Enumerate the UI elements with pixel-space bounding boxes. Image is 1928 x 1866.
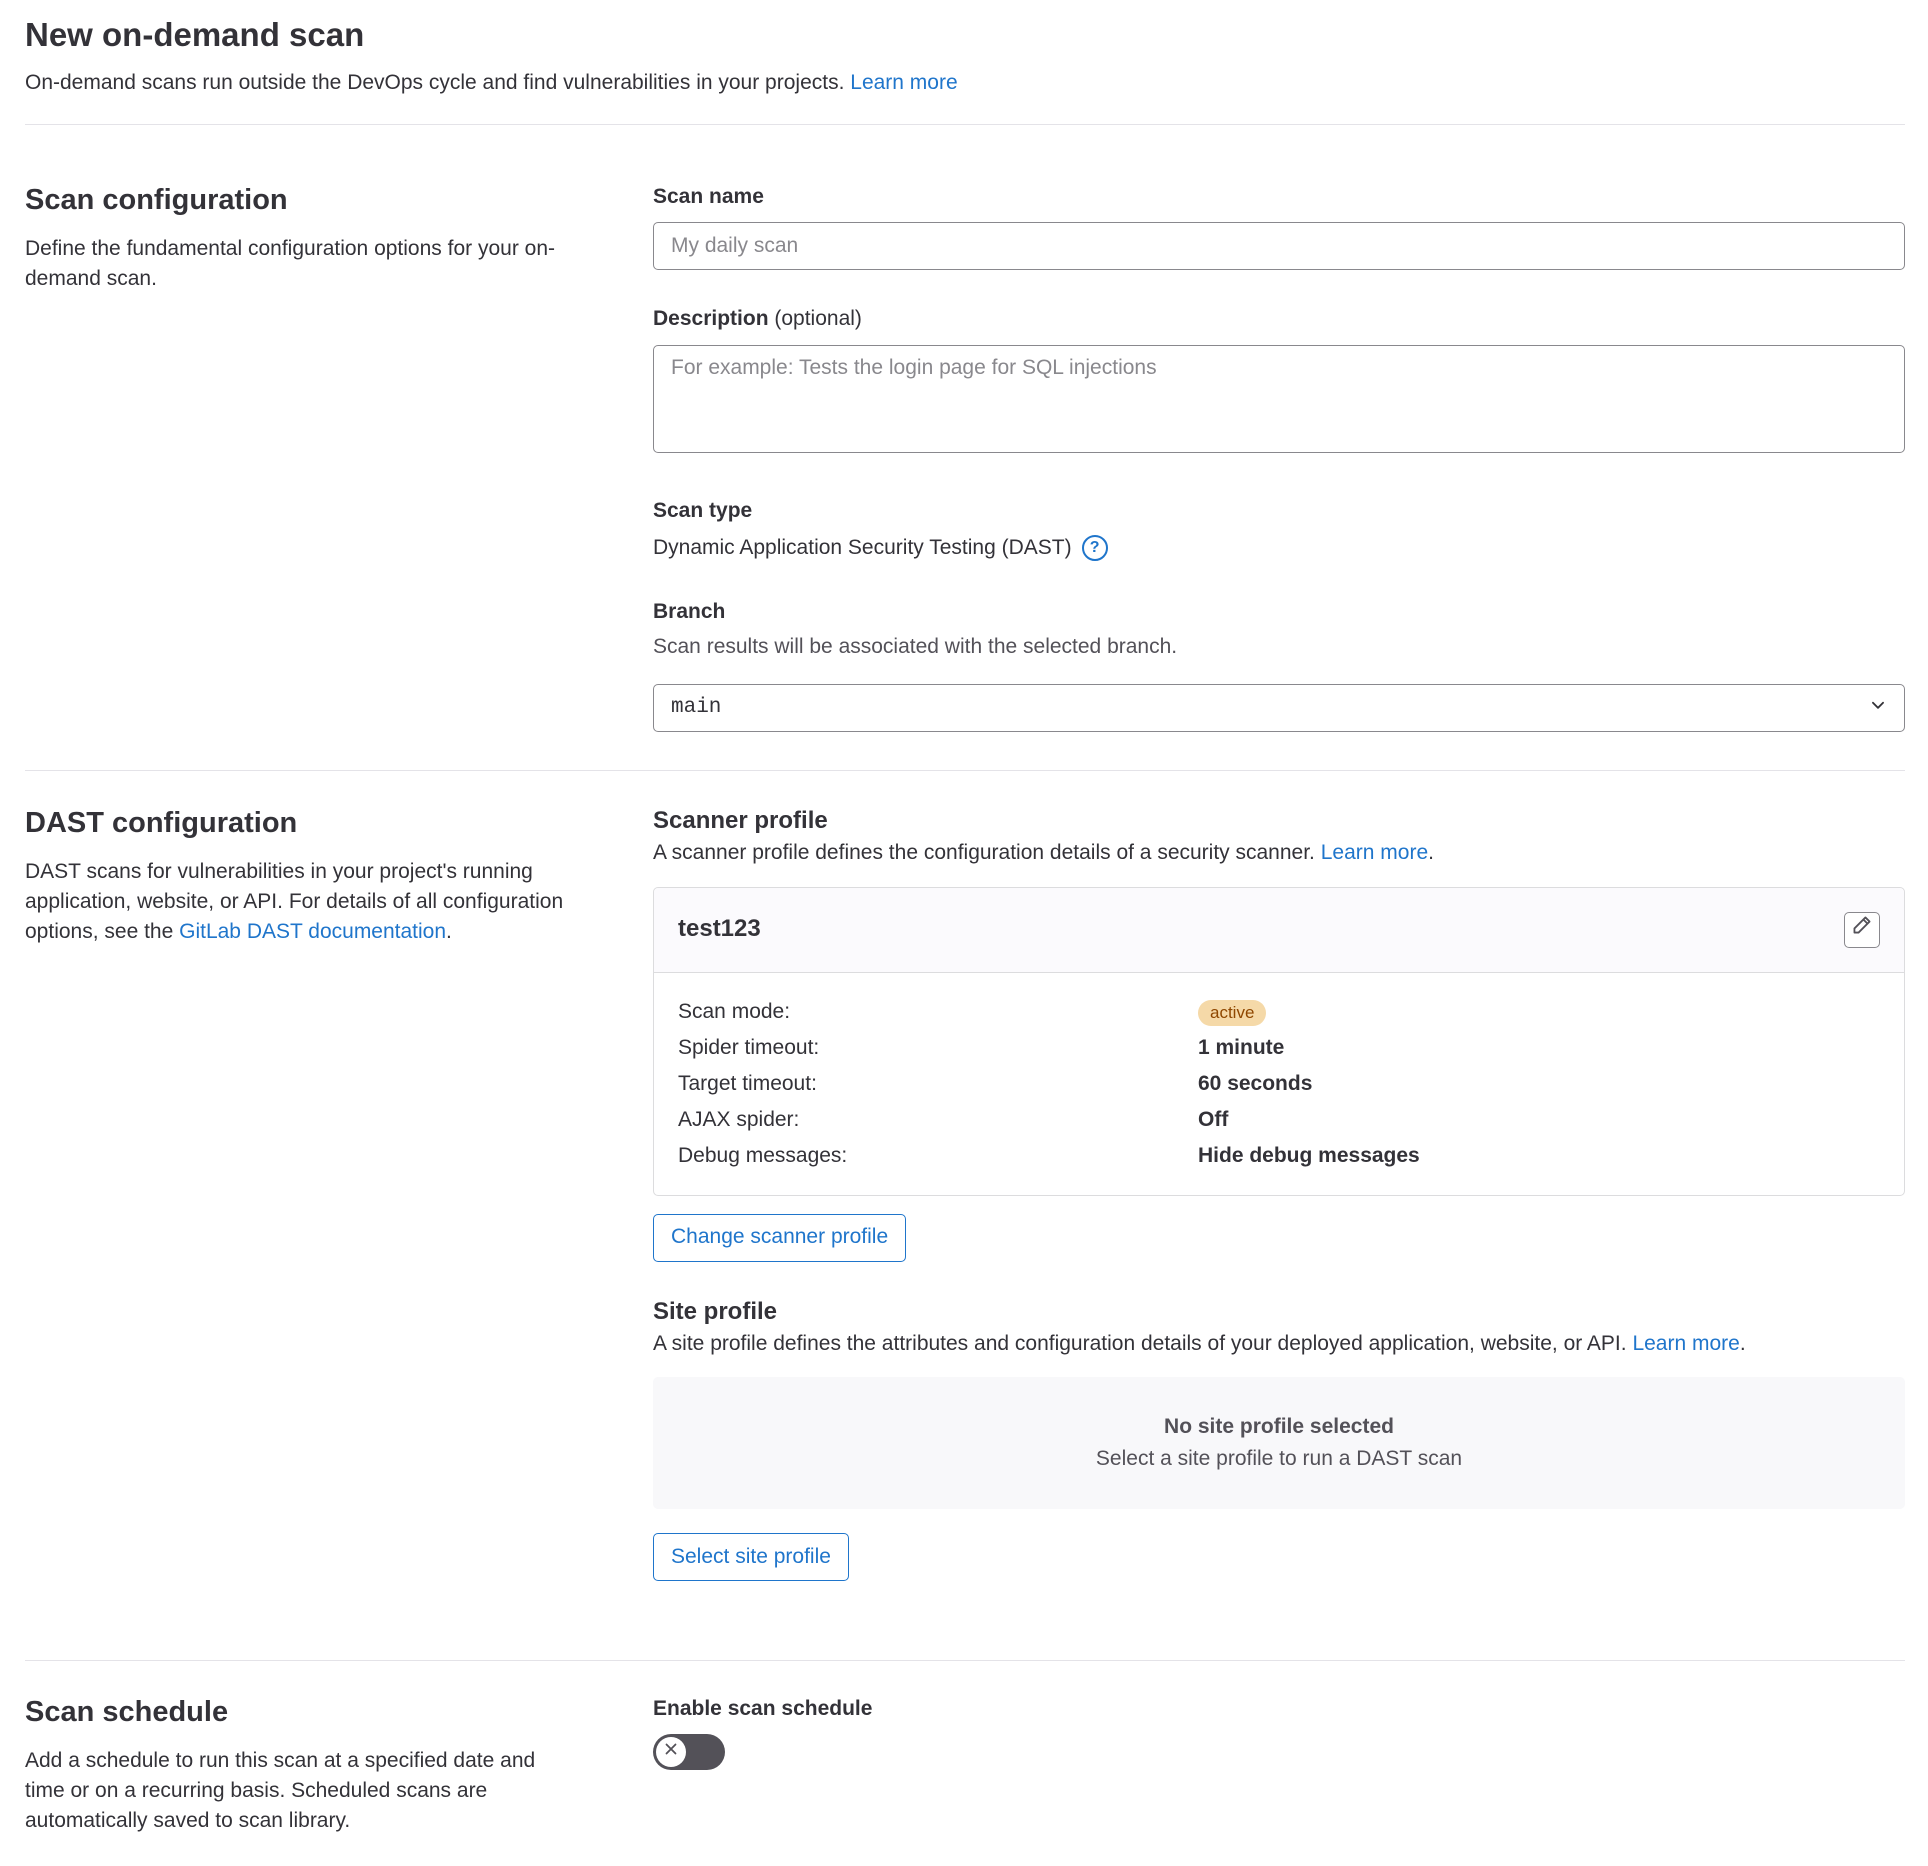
scanner-profile-row: AJAX spider: Off <box>678 1103 1880 1139</box>
site-profile-empty-state: No site profile selected Select a site p… <box>653 1377 1905 1510</box>
dast-configuration-title: DAST configuration <box>25 807 298 839</box>
enable-scan-schedule-toggle[interactable] <box>653 1734 725 1771</box>
scanner-profile-name: test123 <box>678 915 761 943</box>
spider-timeout-label: Spider timeout: <box>678 1036 820 1060</box>
target-timeout-label: Target timeout: <box>678 1072 817 1096</box>
scanner-profile-card-header: test123 <box>654 887 1904 973</box>
scanner-profile-card-body: Scan mode: active Spider timeout: 1 minu… <box>654 973 1904 1195</box>
branch-select-value: main <box>671 695 722 719</box>
chevron-down-icon <box>1869 693 1887 723</box>
page-description-text: On-demand scans run outside the DevOps c… <box>25 71 845 94</box>
site-profile-learn-more-link[interactable]: Learn more <box>1632 1332 1739 1355</box>
select-site-profile-button[interactable]: Select site profile <box>653 1533 849 1582</box>
scanner-profile-row: Spider timeout: 1 minute <box>678 1031 1880 1067</box>
target-timeout-value: 60 seconds <box>1198 1072 1313 1096</box>
empty-state-subtitle: Select a site profile to run a DAST scan <box>1095 1447 1463 1471</box>
toggle-knob <box>656 1737 686 1768</box>
divider <box>25 124 1905 125</box>
dast-configuration-form: Scanner profile A scanner profile define… <box>653 805 1905 1582</box>
gitlab-dast-documentation-link[interactable]: GitLab DAST documentation <box>179 920 446 943</box>
close-icon <box>662 1737 680 1767</box>
scanner-profile-row: Debug messages: Hide debug messages <box>678 1139 1880 1175</box>
scan-type-row: Dynamic Application Security Testing (DA… <box>653 533 1905 563</box>
ajax-spider-label: AJAX spider: <box>678 1108 800 1132</box>
scan-type-value: Dynamic Application Security Testing (DA… <box>653 535 1072 559</box>
ajax-spider-value: Off <box>1198 1108 1229 1132</box>
divider <box>25 1660 1905 1661</box>
scanner-profile-period: . <box>1428 841 1434 865</box>
scanner-profile-card: test123 Scan mode: active Spider timeout… <box>653 886 1905 1196</box>
site-profile-period: . <box>1739 1331 1746 1355</box>
spider-timeout-value: 1 minute <box>1198 1036 1285 1060</box>
site-profile-description: A site profile defines the attributes an… <box>653 1329 1905 1359</box>
site-profile-description-text: A site profile defines the attributes an… <box>653 1331 1627 1355</box>
enable-scan-schedule-label: Enable scan schedule <box>653 1697 873 1720</box>
debug-messages-value: Hide debug messages <box>1198 1144 1420 1168</box>
scan-mode-badge: active <box>1198 1000 1267 1027</box>
scanner-profile-row: Target timeout: 60 seconds <box>678 1067 1880 1103</box>
scanner-profile-description-text: A scanner profile defines the configurat… <box>653 841 1315 865</box>
scanner-profile-title: Scanner profile <box>653 807 828 834</box>
pencil-icon <box>1851 914 1873 945</box>
divider <box>25 770 1905 771</box>
site-profile-title: Site profile <box>653 1297 778 1325</box>
change-scanner-profile-button[interactable]: Change scanner profile <box>653 1213 907 1262</box>
branch-select[interactable]: main <box>653 684 1905 733</box>
scan-schedule-description: Add a schedule to run this scan at a spe… <box>25 1749 536 1832</box>
scanner-profile-row: Scan mode: active <box>678 995 1880 1031</box>
debug-messages-label: Debug messages: <box>678 1144 848 1168</box>
scan-schedule-form: Enable scan schedule <box>653 1694 1905 1771</box>
scan-schedule-title: Scan schedule <box>25 1696 229 1728</box>
scan-name-label: Scan name <box>653 185 764 208</box>
description-textarea[interactable] <box>653 344 1905 453</box>
scan-configuration-description: Define the fundamental configuration opt… <box>25 237 555 290</box>
scanner-profile-description: A scanner profile defines the configurat… <box>653 838 1905 868</box>
branch-help-text: Scan results will be associated with the… <box>653 634 1178 658</box>
learn-more-link[interactable]: Learn more <box>850 71 957 94</box>
page-description: On-demand scans run outside the DevOps c… <box>25 68 958 98</box>
scan-name-input[interactable] <box>653 222 1905 271</box>
empty-state-title: No site profile selected <box>1164 1414 1394 1438</box>
scan-configuration-form: Scan name Description (optional) Scan ty… <box>653 182 1905 733</box>
branch-label: Branch <box>653 600 726 624</box>
description-optional-text: (optional) <box>774 307 862 331</box>
scanner-profile-learn-more-link[interactable]: Learn more <box>1321 841 1428 864</box>
scan-configuration-title: Scan configuration <box>25 184 288 216</box>
dast-description-period: . <box>446 920 452 943</box>
scan-type-label: Scan type <box>653 499 753 523</box>
description-label-text: Description <box>653 307 769 331</box>
page-title: New on-demand scan <box>25 16 365 53</box>
edit-scanner-profile-button[interactable] <box>1844 911 1880 948</box>
scan-mode-label: Scan mode: <box>678 1000 791 1024</box>
dast-configuration-description: DAST scans for vulnerabilities in your p… <box>25 857 580 947</box>
description-label: Description (optional) <box>653 304 1905 334</box>
question-circle-icon[interactable]: ? <box>1081 534 1108 561</box>
